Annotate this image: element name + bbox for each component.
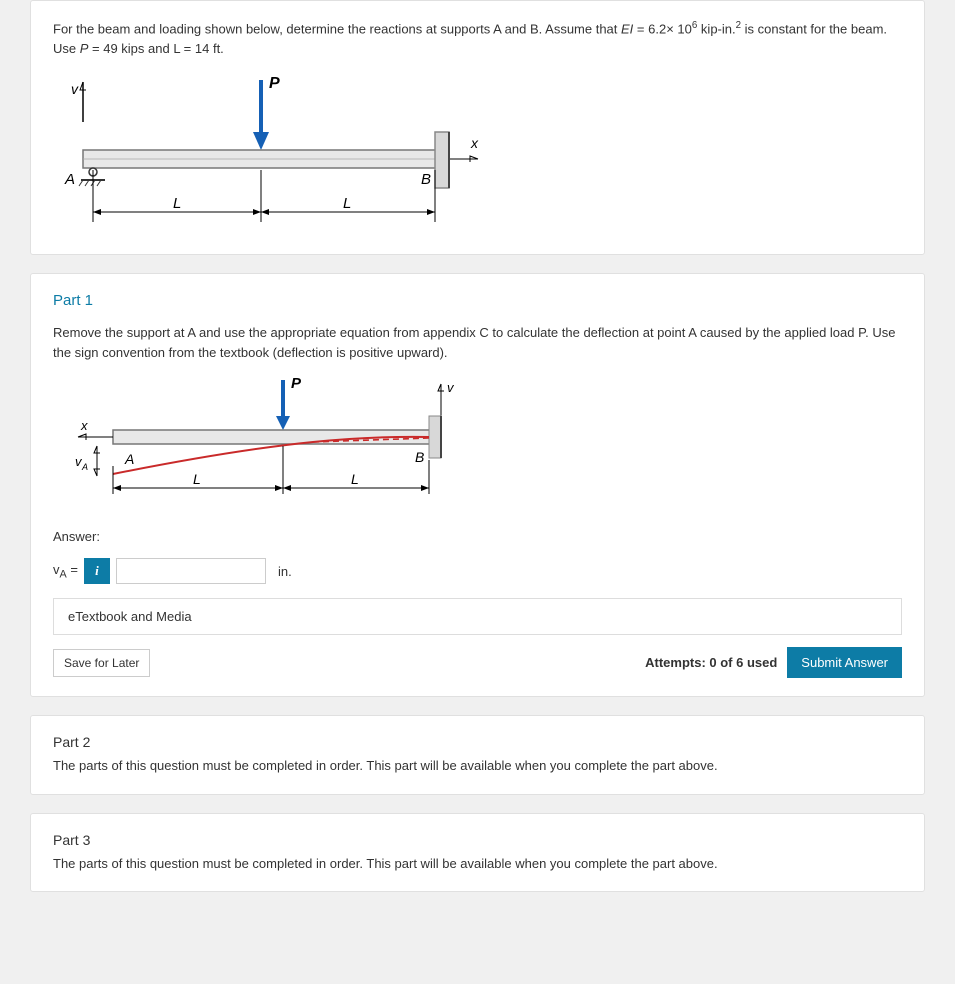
svg-text:L: L xyxy=(173,195,181,212)
svg-text:B: B xyxy=(421,171,431,188)
action-row: Save for Later Attempts: 0 of 6 used Sub… xyxy=(53,647,902,678)
va-input[interactable] xyxy=(116,558,266,584)
svg-text:L: L xyxy=(343,195,351,212)
part3-locked-message: The parts of this question must be compl… xyxy=(53,854,902,874)
part2-title: Part 2 xyxy=(53,734,902,750)
etextbook-button[interactable]: eTextbook and Media xyxy=(53,598,902,635)
svg-text:A: A xyxy=(81,462,88,472)
answer-row: vA = i in. xyxy=(53,558,902,584)
beam-diagram-deflection: P v x v A A B xyxy=(53,376,473,511)
attempts-text: Attempts: 0 of 6 used xyxy=(645,655,777,670)
unit-label: in. xyxy=(278,564,292,579)
svg-text:P: P xyxy=(291,376,302,392)
svg-text:B: B xyxy=(415,449,424,465)
svg-text:L: L xyxy=(193,471,201,487)
svg-text:A: A xyxy=(64,171,75,188)
beam-diagram-original: v P x A B xyxy=(53,72,483,232)
svg-text:A: A xyxy=(124,451,134,467)
question-card: For the beam and loading shown below, de… xyxy=(30,0,925,255)
save-for-later-button[interactable]: Save for Later xyxy=(53,649,150,677)
svg-text:v: v xyxy=(71,81,79,97)
answer-label: Answer: xyxy=(53,529,902,544)
part1-instruction: Remove the support at A and use the appr… xyxy=(53,323,902,362)
part1-title: Part 1 xyxy=(53,292,902,309)
svg-text:v: v xyxy=(447,380,455,395)
svg-text:x: x xyxy=(470,135,479,151)
part2-card: Part 2 The parts of this question must b… xyxy=(30,715,925,795)
svg-text:x: x xyxy=(80,418,88,433)
part3-card: Part 3 The parts of this question must b… xyxy=(30,813,925,893)
svg-text:P: P xyxy=(269,75,280,92)
part1-card: Part 1 Remove the support at A and use t… xyxy=(30,273,925,697)
part2-locked-message: The parts of this question must be compl… xyxy=(53,756,902,776)
svg-text:L: L xyxy=(351,471,359,487)
info-icon[interactable]: i xyxy=(84,558,110,584)
part3-title: Part 3 xyxy=(53,832,902,848)
question-text: For the beam and loading shown below, de… xyxy=(53,19,902,58)
submit-answer-button[interactable]: Submit Answer xyxy=(787,647,902,678)
field-label: vA = xyxy=(53,562,78,581)
